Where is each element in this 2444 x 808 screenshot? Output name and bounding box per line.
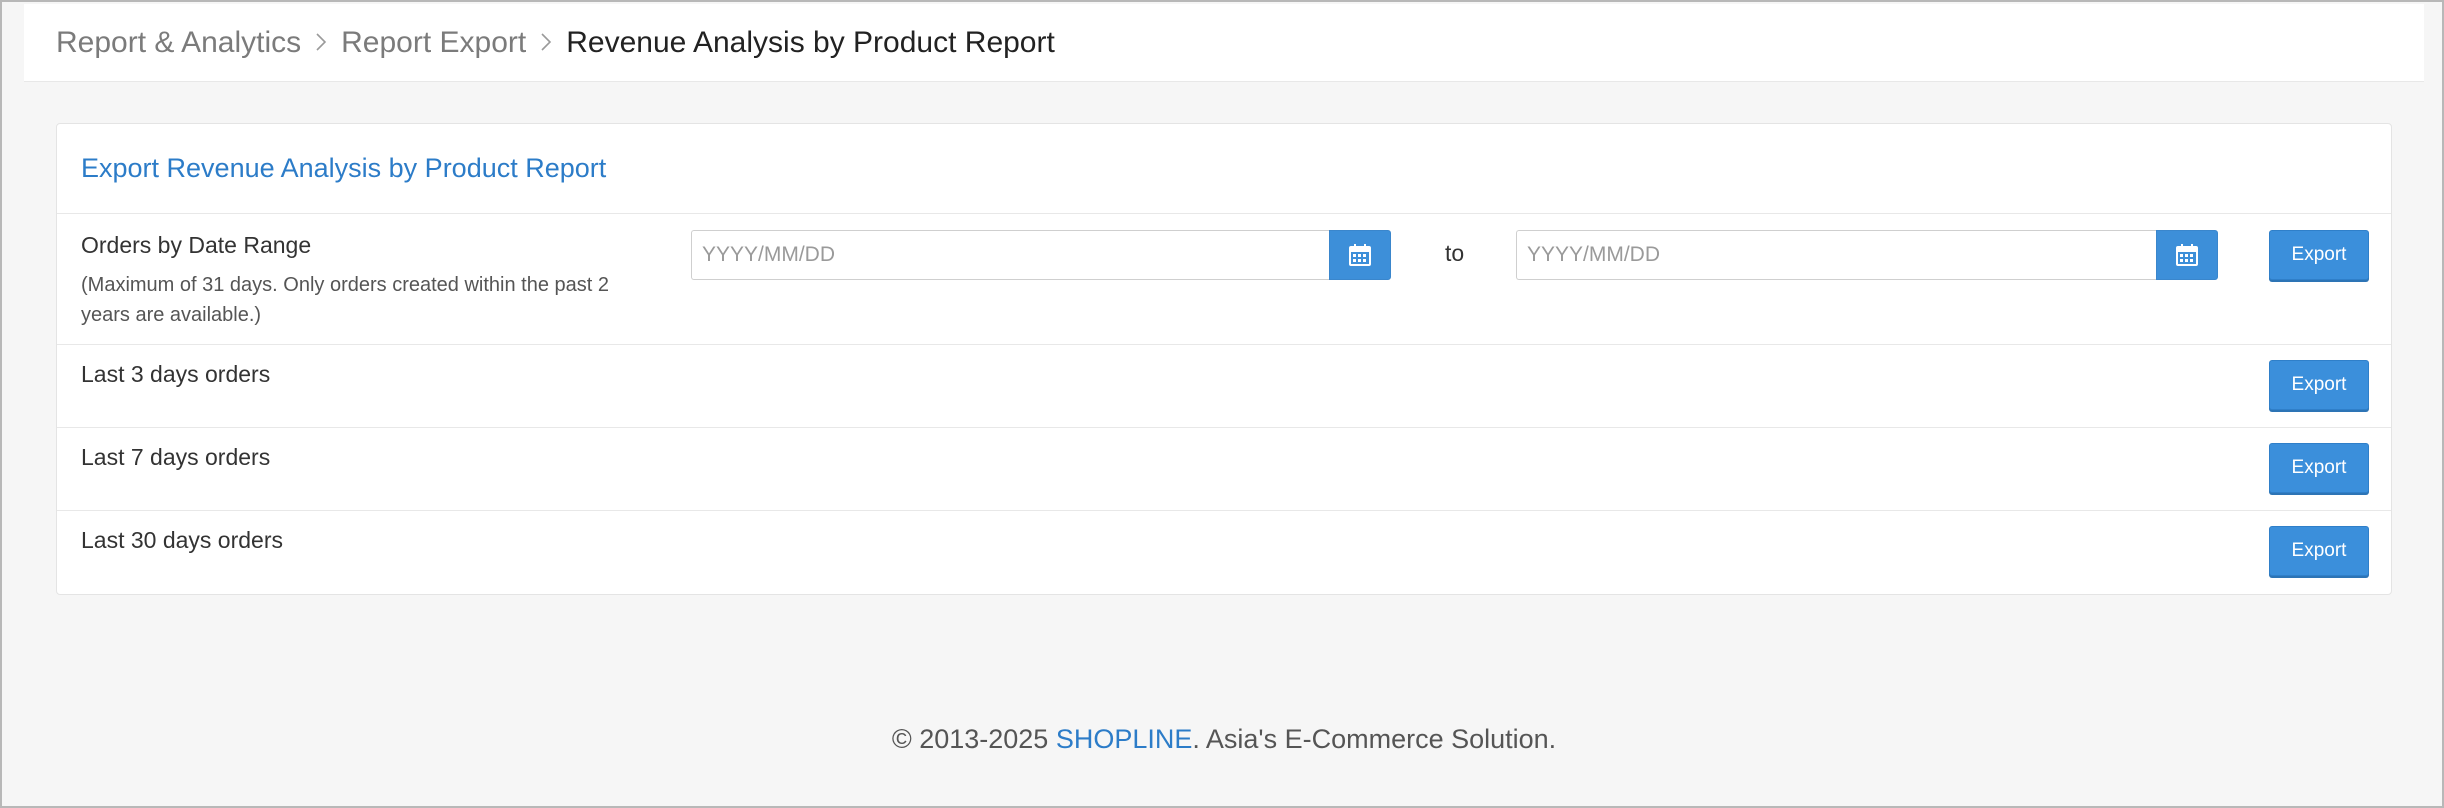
breadcrumb: Report & Analytics Report Export Revenue… [24, 4, 2424, 82]
export-date-range-button[interactable]: Export [2269, 230, 2369, 280]
last-7-days-row: Last 7 days orders Export [57, 428, 2391, 511]
chevron-right-icon [540, 30, 552, 56]
last-3-days-label: Last 3 days orders [81, 361, 271, 387]
footer-copyright: © 2013-2025 [891, 724, 1056, 754]
chevron-right-icon [315, 30, 327, 56]
breadcrumb-item-report-analytics[interactable]: Report & Analytics [56, 26, 301, 60]
calendar-icon [2176, 244, 2198, 266]
date-range-note: (Maximum of 31 days. Only orders created… [81, 274, 610, 326]
last-7-days-label: Last 7 days orders [81, 444, 271, 470]
start-date-input[interactable] [691, 230, 1329, 280]
breadcrumb-item-current: Revenue Analysis by Product Report [566, 25, 1055, 59]
end-date-group [1516, 230, 2218, 280]
footer: © 2013-2025 SHOPLINE. Asia's E-Commerce … [2, 724, 2444, 755]
export-last-3-days-button[interactable]: Export [2269, 360, 2369, 410]
calendar-icon [1349, 244, 1371, 266]
footer-brand-link[interactable]: SHOPLINE [1056, 724, 1193, 754]
footer-tagline: . Asia's E-Commerce Solution. [1192, 724, 1557, 754]
start-date-calendar-button[interactable] [1329, 230, 1391, 280]
export-last-7-days-button[interactable]: Export [2269, 443, 2369, 493]
last-30-days-row: Last 30 days orders Export [57, 511, 2391, 594]
end-date-calendar-button[interactable] [2156, 230, 2218, 280]
export-panel: Export Revenue Analysis by Product Repor… [56, 123, 2392, 595]
date-range-label: Orders by Date Range [81, 232, 312, 258]
start-date-group [691, 230, 1391, 280]
to-label: to [1445, 240, 1465, 266]
breadcrumb-item-report-export[interactable]: Report Export [341, 26, 526, 60]
date-range-row: Orders by Date Range (Maximum of 31 days… [57, 214, 2391, 345]
panel-title: Export Revenue Analysis by Product Repor… [57, 124, 2391, 214]
app-frame: Report & Analytics Report Export Revenue… [0, 0, 2444, 808]
export-last-30-days-button[interactable]: Export [2269, 526, 2369, 576]
last-3-days-row: Last 3 days orders Export [57, 345, 2391, 428]
end-date-input[interactable] [1516, 230, 2156, 280]
last-30-days-label: Last 30 days orders [81, 527, 284, 553]
